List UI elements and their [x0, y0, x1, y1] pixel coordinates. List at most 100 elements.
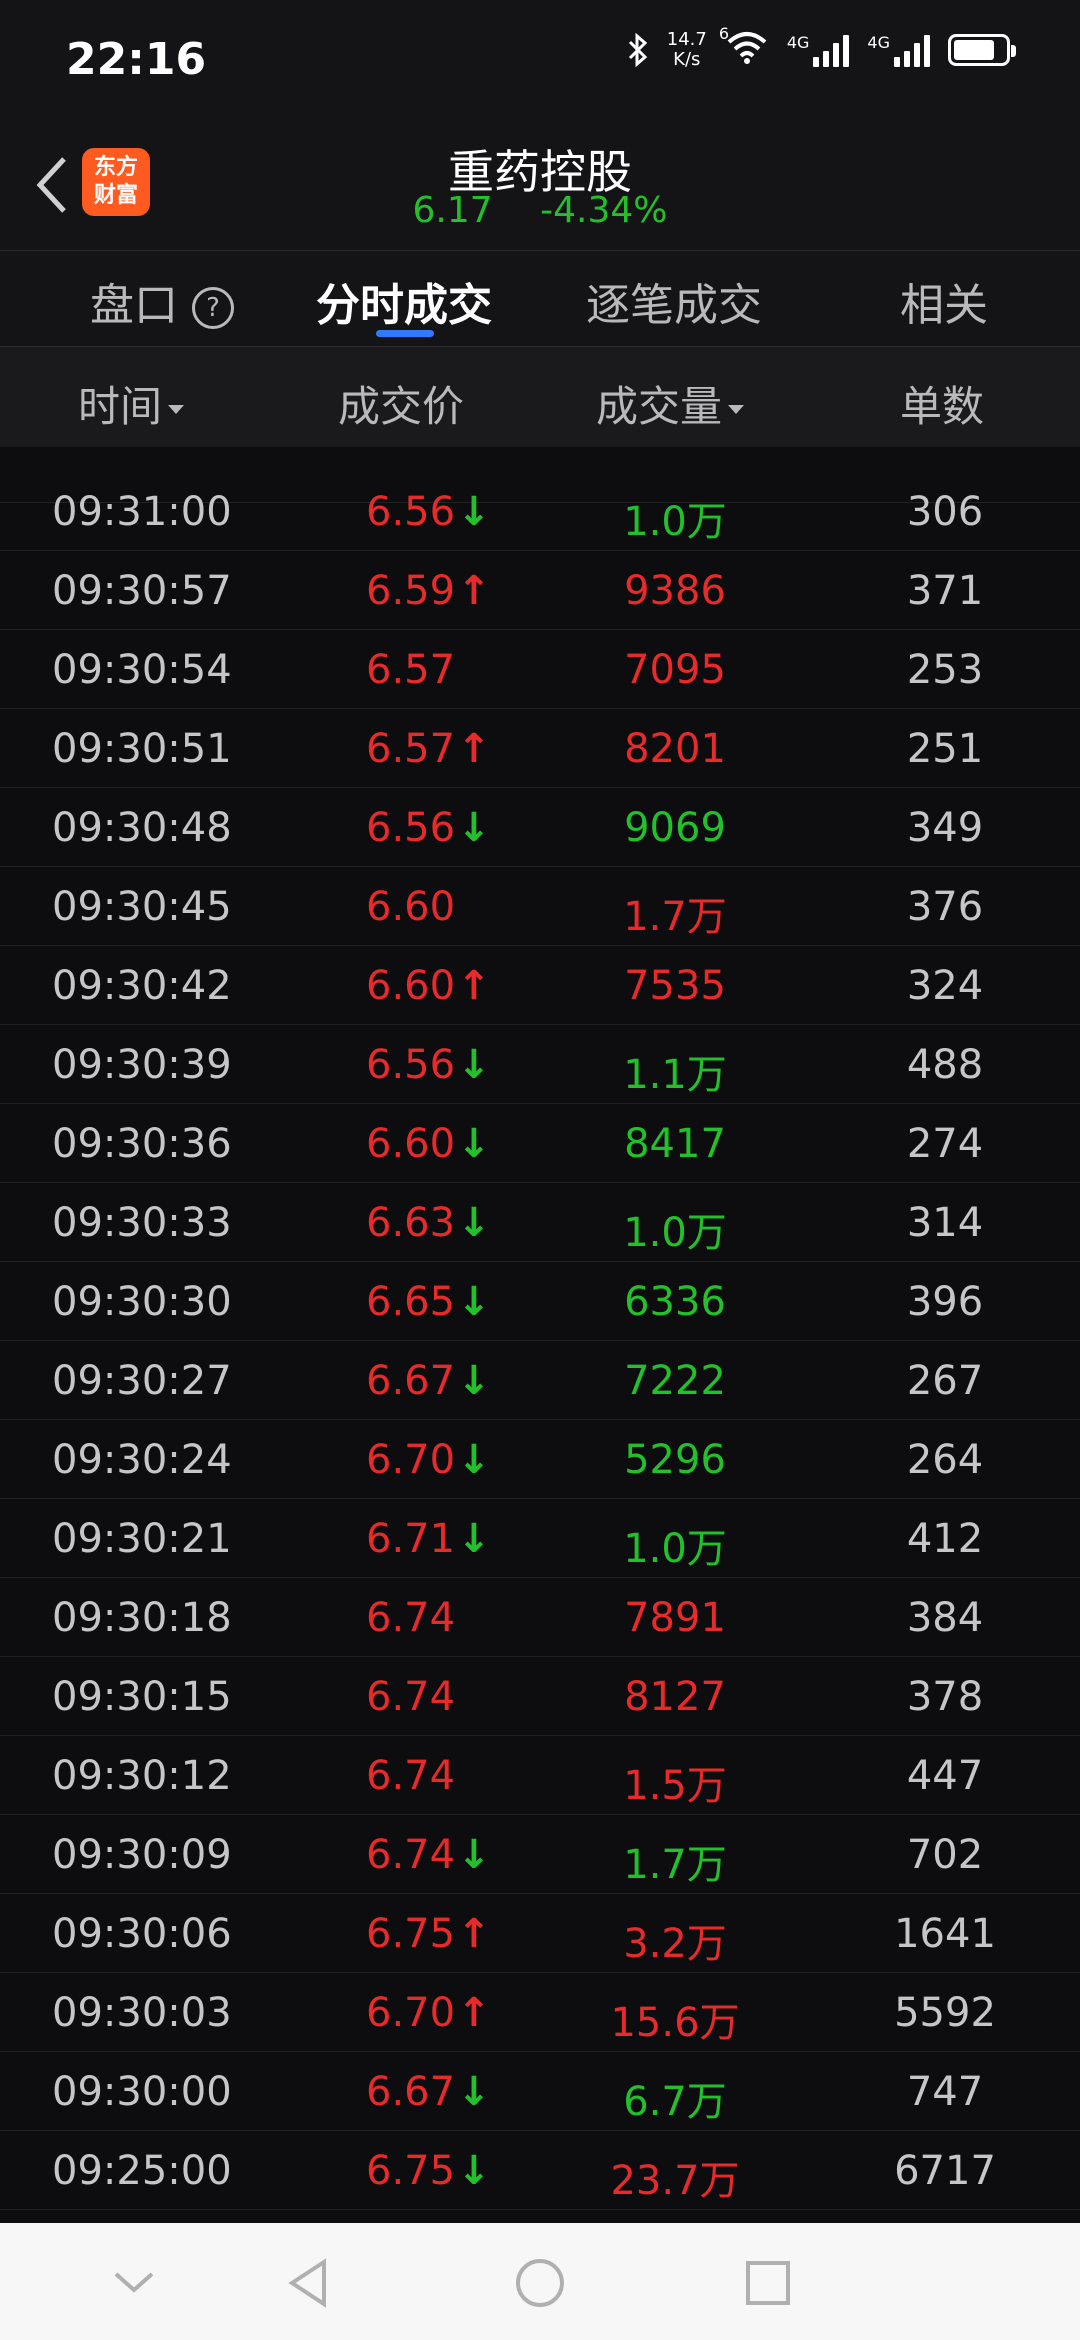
- trade-row[interactable]: 09:30:45 6.60 1.7万 376: [0, 867, 1080, 946]
- trade-count: 264: [906, 1437, 984, 1483]
- trade-count: 1641: [894, 1911, 996, 1957]
- trade-row[interactable]: 09:25:00 6.75↓ 23.7万 6717: [0, 2131, 1080, 2210]
- trade-price: 6.60↓: [366, 1121, 491, 1167]
- recents-square-icon[interactable]: [738, 2253, 798, 2313]
- tab-order-book[interactable]: 盘口?: [90, 269, 234, 333]
- trade-count: 274: [906, 1121, 984, 1167]
- trade-count: 6717: [894, 2148, 996, 2194]
- trade-time: 09:30:45: [52, 884, 232, 930]
- arrow-down-icon: ↓: [457, 1516, 491, 1562]
- caret-down-icon: [168, 405, 185, 414]
- trade-volume: 1.1万: [623, 1052, 727, 1098]
- arrow-down-icon: ↓: [457, 1832, 491, 1878]
- arrow-up-icon: ↑: [457, 568, 491, 614]
- trade-price: 6.70↓: [366, 1437, 491, 1483]
- trade-volume: 15.6万: [610, 2000, 740, 2046]
- arrow-down-icon: ↓: [457, 2069, 491, 2115]
- trade-volume: 7535: [624, 963, 726, 1009]
- trade-volume: 8127: [624, 1674, 726, 1720]
- arrow-up-icon: ↑: [457, 1990, 491, 2036]
- trade-time: 09:30:06: [52, 1911, 232, 1957]
- trade-price: 6.74: [366, 1674, 456, 1720]
- trade-volume: 7222: [624, 1358, 726, 1404]
- trade-row[interactable]: 09:30:27 6.67↓ 7222 267: [0, 1341, 1080, 1420]
- trade-price: 6.67↓: [366, 2069, 491, 2115]
- trade-price: 6.74: [366, 1753, 456, 1799]
- trade-price: 6.71↓: [366, 1516, 491, 1562]
- trade-volume: 1.0万: [623, 1210, 727, 1256]
- trade-row[interactable]: 09:30:00 6.67↓ 6.7万 747: [0, 2052, 1080, 2131]
- trade-price: 6.75↓: [366, 2148, 491, 2194]
- trade-price: 6.70↑: [366, 1990, 491, 2036]
- trade-price: 6.57↑: [366, 726, 491, 772]
- trade-row[interactable]: 09:30:15 6.74 8127 378: [0, 1657, 1080, 1736]
- col-time-sort[interactable]: 时间: [78, 373, 185, 434]
- trade-time: 09:30:12: [52, 1753, 232, 1799]
- stock-change: -4.34%: [540, 190, 668, 231]
- trade-volume: 5296: [624, 1437, 726, 1483]
- trade-row[interactable]: 09:30:36 6.60↓ 8417 274: [0, 1104, 1080, 1183]
- trade-row[interactable]: 09:30:54 6.57 7095 253: [0, 630, 1080, 709]
- trade-row[interactable]: 09:30:24 6.70↓ 5296 264: [0, 1420, 1080, 1499]
- back-triangle-icon[interactable]: [278, 2253, 338, 2313]
- arrow-up-icon: ↑: [457, 726, 491, 772]
- trade-time: 09:30:54: [52, 647, 232, 693]
- trade-count: 378: [906, 1674, 984, 1720]
- trade-count: 384: [906, 1595, 984, 1641]
- trade-row[interactable]: 09:31:00 6.56↓ 1.0万 306: [0, 472, 1080, 551]
- trade-volume: 8417: [624, 1121, 726, 1167]
- trade-time: 09:25:00: [52, 2148, 232, 2194]
- trade-row[interactable]: 09:30:09 6.74↓ 1.7万 702: [0, 1815, 1080, 1894]
- arrow-down-icon: ↓: [457, 805, 491, 851]
- trade-row[interactable]: 09:30:30 6.65↓ 6336 396: [0, 1262, 1080, 1341]
- help-icon[interactable]: ?: [192, 287, 234, 329]
- trade-row[interactable]: 09:30:57 6.59↑ 9386 371: [0, 551, 1080, 630]
- trade-count: 267: [906, 1358, 984, 1404]
- trade-count: 253: [906, 647, 984, 693]
- trade-row[interactable]: 09:30:39 6.56↓ 1.1万 488: [0, 1025, 1080, 1104]
- arrow-down-icon: ↓: [457, 1121, 491, 1167]
- trade-count: 306: [906, 489, 984, 535]
- tab-related[interactable]: 相关: [900, 269, 988, 333]
- trade-row[interactable]: 09:30:18 6.74 7891 384: [0, 1578, 1080, 1657]
- trade-count: 447: [906, 1753, 984, 1799]
- trade-price: 6.57: [366, 647, 456, 693]
- trade-time: 09:30:36: [52, 1121, 232, 1167]
- trade-time: 09:30:00: [52, 2069, 232, 2115]
- tab-time-sales[interactable]: 分时成交: [316, 269, 492, 333]
- trade-row[interactable]: 09:30:51 6.57↑ 8201 251: [0, 709, 1080, 788]
- trade-row[interactable]: 09:30:33 6.63↓ 1.0万 314: [0, 1183, 1080, 1262]
- trade-row[interactable]: 09:30:12 6.74 1.5万 447: [0, 1736, 1080, 1815]
- trade-volume: 1.7万: [623, 1842, 727, 1888]
- system-nav-bar: [0, 2223, 1080, 2340]
- arrow-down-icon: ↓: [457, 2148, 491, 2194]
- trade-row[interactable]: 09:30:48 6.56↓ 9069 349: [0, 788, 1080, 867]
- column-header: 时间 成交价 成交量 单数: [0, 346, 1080, 447]
- stock-price: 6.17: [412, 190, 493, 231]
- trade-row[interactable]: 09:30:06 6.75↑ 3.2万 1641: [0, 1894, 1080, 1973]
- trade-row[interactable]: 09:30:03 6.70↑ 15.6万 5592: [0, 1973, 1080, 2052]
- sim2-signal-icon: 4G: [867, 33, 930, 67]
- trade-list[interactable]: 09:31:00 6.56↓ 1.0万 306 09:30:57 6.59↑ 9386 371…: [0, 446, 1080, 2223]
- col-volume-sort[interactable]: 成交量: [596, 373, 745, 434]
- arrow-down-icon: ↓: [457, 1358, 491, 1404]
- trade-row[interactable]: 09:30:21 6.71↓ 1.0万 412: [0, 1499, 1080, 1578]
- wifi-icon: 6: [719, 24, 769, 70]
- trade-price: 6.63↓: [366, 1200, 491, 1246]
- trade-count: 371: [906, 568, 984, 614]
- trade-time: 09:30:33: [52, 1200, 232, 1246]
- trade-volume: 8201: [624, 726, 726, 772]
- trade-time: 09:30:57: [52, 568, 232, 614]
- trade-volume: 1.0万: [623, 499, 727, 545]
- battery-icon: [948, 34, 1016, 66]
- bluetooth-icon: [628, 33, 647, 67]
- home-circle-icon[interactable]: [510, 2253, 570, 2313]
- trade-volume: 7095: [624, 647, 726, 693]
- trade-time: 09:30:48: [52, 805, 232, 851]
- trade-row[interactable]: 09:30:42 6.60↑ 7535 324: [0, 946, 1080, 1025]
- chevron-down-icon[interactable]: [104, 2253, 164, 2313]
- trade-time: 09:30:39: [52, 1042, 232, 1088]
- trade-count: 5592: [894, 1990, 996, 2036]
- arrow-up-icon: ↑: [457, 963, 491, 1009]
- tab-tick-trades[interactable]: 逐笔成交: [586, 269, 762, 333]
